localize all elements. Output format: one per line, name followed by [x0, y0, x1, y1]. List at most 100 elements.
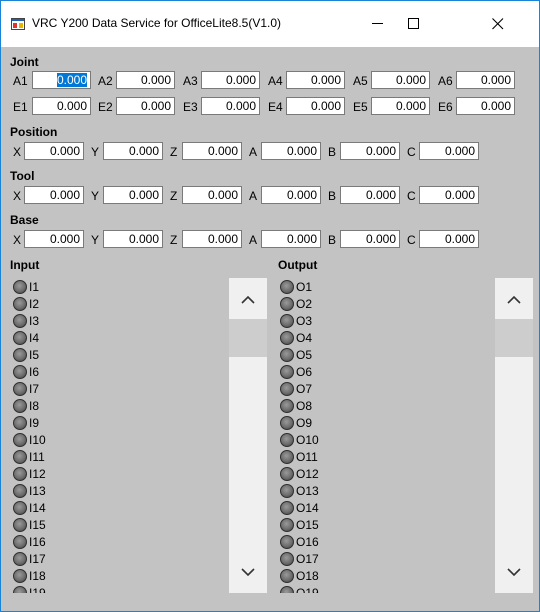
- output-list-item[interactable]: O10: [277, 431, 527, 448]
- input-list-item[interactable]: I15: [10, 516, 260, 533]
- position-value-field[interactable]: 0.000: [24, 142, 84, 160]
- position-value-field[interactable]: 0.000: [261, 142, 321, 160]
- input-list-item[interactable]: I14: [10, 499, 260, 516]
- input-list-item[interactable]: I2: [10, 295, 260, 312]
- joint-a4-field[interactable]: 0.000: [286, 71, 345, 89]
- input-list-item[interactable]: I5: [10, 346, 260, 363]
- maximize-button[interactable]: [391, 1, 437, 47]
- base-value-field[interactable]: 0.000: [182, 230, 242, 248]
- base-value-field[interactable]: 0.000: [261, 230, 321, 248]
- tool-axis-label: Z: [170, 189, 178, 203]
- input-list-item[interactable]: I1: [10, 278, 260, 295]
- input-list-item[interactable]: I12: [10, 465, 260, 482]
- position-axis-label: A: [249, 145, 258, 159]
- joint-e6-field[interactable]: 0.000: [456, 97, 515, 115]
- title-bar[interactable]: VRC Y200 Data Service for OfficeLite8.5(…: [1, 1, 539, 47]
- position-value-field[interactable]: 0.000: [103, 142, 163, 160]
- led-indicator-icon: [13, 500, 27, 515]
- tool-value-field[interactable]: 0.000: [24, 186, 84, 204]
- output-list-item[interactable]: O1: [277, 278, 527, 295]
- led-indicator-icon: [280, 279, 294, 294]
- led-indicator-icon: [13, 279, 27, 294]
- position-value-field[interactable]: 0.000: [419, 142, 479, 160]
- output-item-label: O17: [296, 551, 319, 566]
- output-list-item[interactable]: O4: [277, 329, 527, 346]
- tool-value-field[interactable]: 0.000: [419, 186, 479, 204]
- output-list-item[interactable]: O12: [277, 465, 527, 482]
- close-button[interactable]: [475, 1, 521, 47]
- input-item-label: I17: [29, 551, 46, 566]
- input-list-item[interactable]: I3: [10, 312, 260, 329]
- input-item-label: I3: [29, 313, 40, 328]
- output-list-item[interactable]: O9: [277, 414, 527, 431]
- input-list-item[interactable]: I18: [10, 567, 260, 584]
- input-list-item[interactable]: I7: [10, 380, 260, 397]
- input-scroll-down-button[interactable]: [229, 553, 267, 591]
- tool-value-field[interactable]: 0.000: [103, 186, 163, 204]
- joint-e1-value: 0.000: [56, 99, 87, 113]
- output-list-item[interactable]: O14: [277, 499, 527, 516]
- output-list-item[interactable]: O7: [277, 380, 527, 397]
- input-list-item[interactable]: I11: [10, 448, 260, 465]
- led-indicator-icon: [13, 466, 27, 481]
- input-list-item[interactable]: I8: [10, 397, 260, 414]
- input-list-item[interactable]: I6: [10, 363, 260, 380]
- base-value-field[interactable]: 0.000: [340, 230, 400, 248]
- output-list-item[interactable]: O13: [277, 482, 527, 499]
- position-value-field[interactable]: 0.000: [340, 142, 400, 160]
- output-list-item[interactable]: O8: [277, 397, 527, 414]
- output-list-item[interactable]: O3: [277, 312, 527, 329]
- input-scroll-up-button[interactable]: [229, 280, 267, 318]
- joint-e4-field[interactable]: 0.000: [286, 97, 345, 115]
- input-list-item[interactable]: I17: [10, 550, 260, 567]
- output-scroll-thumb[interactable]: [495, 319, 533, 357]
- joint-a2-field[interactable]: 0.000: [116, 71, 175, 89]
- output-scrollbar[interactable]: [495, 278, 533, 593]
- base-axis-label: B: [328, 233, 337, 247]
- output-item-label: O13: [296, 483, 319, 498]
- led-indicator-icon: [13, 330, 27, 345]
- input-scrollbar[interactable]: [229, 278, 267, 593]
- base-value-field[interactable]: 0.000: [419, 230, 479, 248]
- input-list-item[interactable]: I19: [10, 584, 260, 593]
- close-icon: [492, 18, 504, 30]
- base-axis-label: X: [13, 233, 22, 247]
- tool-value-field[interactable]: 0.000: [182, 186, 242, 204]
- chevron-down-icon: [241, 567, 255, 576]
- joint-a5-field[interactable]: 0.000: [371, 71, 430, 89]
- base-value-field[interactable]: 0.000: [103, 230, 163, 248]
- output-list-item[interactable]: O18: [277, 567, 527, 584]
- joint-e2-field[interactable]: 0.000: [116, 97, 175, 115]
- output-list-item[interactable]: O17: [277, 550, 527, 567]
- joint-e1-field[interactable]: 0.000: [32, 97, 91, 115]
- output-list-item[interactable]: O2: [277, 295, 527, 312]
- output-item-label: O1: [296, 279, 313, 294]
- tool-value-field[interactable]: 0.000: [261, 186, 321, 204]
- joint-a1-field[interactable]: 0.000: [32, 71, 91, 89]
- position-value-field[interactable]: 0.000: [182, 142, 242, 160]
- output-list-item[interactable]: O15: [277, 516, 527, 533]
- output-list-item[interactable]: O5: [277, 346, 527, 363]
- joint-a5-value: 0.000: [395, 73, 426, 87]
- output-scroll-up-button[interactable]: [495, 280, 533, 318]
- joint-e3-field[interactable]: 0.000: [201, 97, 260, 115]
- joint-a3-field[interactable]: 0.000: [201, 71, 260, 89]
- input-list-item[interactable]: I16: [10, 533, 260, 550]
- input-list-item[interactable]: I13: [10, 482, 260, 499]
- input-list-item[interactable]: I10: [10, 431, 260, 448]
- output-list-item[interactable]: O16: [277, 533, 527, 550]
- base-value-field[interactable]: 0.000: [24, 230, 84, 248]
- input-scroll-thumb[interactable]: [229, 319, 267, 357]
- output-item-label: O4: [296, 330, 313, 345]
- output-heading: Output: [278, 258, 318, 272]
- output-list-item[interactable]: O11: [277, 448, 527, 465]
- output-list-item[interactable]: O6: [277, 363, 527, 380]
- joint-e5-field[interactable]: 0.000: [371, 97, 430, 115]
- input-list-item[interactable]: I9: [10, 414, 260, 431]
- joint-a6-field[interactable]: 0.000: [456, 71, 515, 89]
- tool-value-field[interactable]: 0.000: [340, 186, 400, 204]
- input-list-item[interactable]: I4: [10, 329, 260, 346]
- output-list-item[interactable]: O19: [277, 584, 527, 593]
- output-scroll-down-button[interactable]: [495, 553, 533, 591]
- position-axis-label: Z: [170, 145, 178, 159]
